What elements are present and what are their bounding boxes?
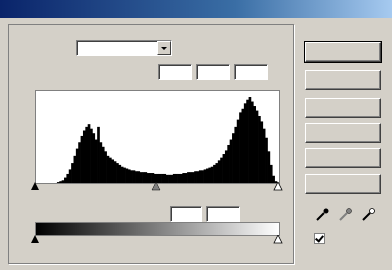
histogram-bar: [85, 126, 88, 183]
white-eyedropper-icon[interactable]: [360, 207, 376, 223]
histogram-bar: [222, 154, 226, 183]
histogram-bar: [92, 133, 96, 183]
title-bar[interactable]: [0, 0, 392, 18]
histogram-bar: [97, 126, 100, 183]
histogram-bar: [258, 116, 261, 183]
histogram-bar: [99, 142, 103, 183]
histogram-bar: [78, 142, 81, 183]
histogram-bar: [248, 97, 252, 183]
input-black-slider[interactable]: [31, 182, 39, 190]
histogram-bar: [108, 157, 112, 183]
output-gradient-bar: [35, 222, 280, 236]
histogram-bar: [243, 103, 247, 183]
histogram-bar: [267, 151, 271, 183]
levels-dialog: [0, 0, 392, 270]
histogram-bar: [71, 163, 74, 183]
histogram-bar: [234, 126, 238, 183]
preview-checkbox[interactable]: [314, 233, 325, 244]
histogram-bar: [80, 135, 84, 183]
histogram-bar: [206, 168, 209, 183]
histogram-bar: [224, 150, 228, 183]
histogram-bar: [255, 110, 259, 183]
histogram-bar: [101, 146, 105, 183]
histogram-bar: [215, 163, 219, 183]
histogram-bar: [250, 101, 254, 183]
histogram-bar: [227, 144, 230, 183]
ok-button[interactable]: [304, 41, 382, 63]
histogram-bar: [253, 106, 257, 183]
input-white-field[interactable]: [234, 64, 268, 80]
histogram-bar: [90, 128, 93, 183]
histogram-bar: [265, 137, 268, 183]
histogram-bar: [123, 167, 126, 183]
histogram-bar: [116, 163, 119, 183]
output-black-field[interactable]: [170, 206, 202, 222]
histogram-bar: [125, 168, 129, 183]
histogram-bar: [118, 164, 122, 183]
histogram-bar: [120, 166, 124, 183]
histogram-bar: [87, 124, 91, 183]
output-white-field[interactable]: [206, 206, 240, 222]
cancel-button[interactable]: [305, 70, 381, 90]
input-gamma-slider[interactable]: [151, 182, 161, 191]
input-black-field[interactable]: [158, 64, 192, 80]
histogram-bar: [113, 161, 117, 183]
save-button[interactable]: [305, 123, 381, 143]
histogram-bar: [68, 169, 72, 183]
histogram-bar: [203, 169, 207, 183]
histogram-bar: [229, 139, 233, 183]
histogram-area: [35, 90, 280, 184]
histogram-bar: [94, 139, 98, 183]
output-slider-track[interactable]: [30, 235, 286, 245]
histogram-bar: [75, 148, 79, 183]
histogram-bar: [260, 121, 264, 183]
histogram-chart: [56, 97, 278, 183]
histogram-bar: [213, 164, 216, 183]
histogram-bar: [208, 167, 212, 183]
chevron-down-icon[interactable]: [157, 41, 171, 55]
histogram-bar: [262, 128, 266, 183]
input-slider-track[interactable]: [30, 182, 286, 192]
histogram-bar: [269, 164, 273, 183]
black-eyedropper-icon[interactable]: [314, 207, 330, 223]
histogram-bar: [220, 157, 223, 183]
input-white-slider[interactable]: [273, 182, 283, 191]
histogram-bar: [82, 130, 86, 183]
histogram-bar: [246, 99, 249, 183]
histogram-bar: [73, 155, 77, 183]
histogram-bar: [210, 166, 214, 183]
options-button[interactable]: [305, 174, 381, 194]
load-button[interactable]: [305, 98, 381, 118]
histogram-bar: [232, 133, 235, 183]
input-gamma-field[interactable]: [196, 64, 230, 80]
auto-button[interactable]: [305, 148, 381, 168]
histogram-bar: [241, 108, 245, 183]
histogram-bar: [239, 112, 242, 183]
histogram-bar: [104, 151, 107, 183]
histogram-bar: [111, 159, 115, 183]
gray-eyedropper-icon[interactable]: [337, 207, 353, 223]
histogram-bar: [106, 155, 110, 183]
histogram-bar: [236, 119, 240, 183]
output-black-slider[interactable]: [31, 235, 39, 243]
histogram-bar: [127, 169, 131, 183]
histogram-bar: [217, 160, 221, 183]
output-white-slider[interactable]: [273, 235, 283, 244]
